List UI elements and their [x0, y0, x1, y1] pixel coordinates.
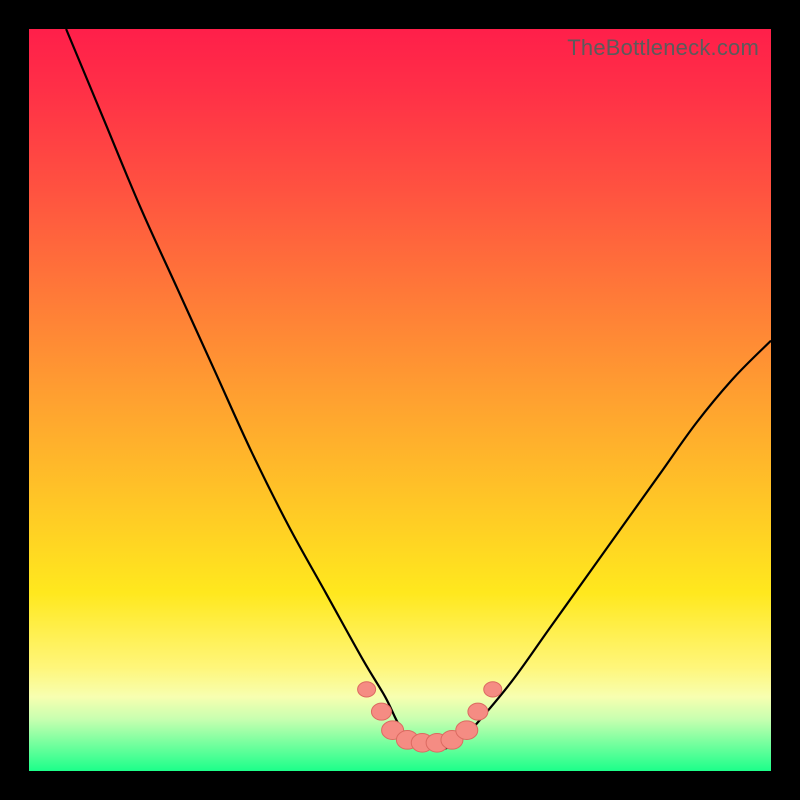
- curve-marker: [484, 682, 502, 697]
- chart-plot-area: TheBottleneck.com: [29, 29, 771, 771]
- curve-markers: [358, 682, 502, 752]
- curve-marker: [456, 721, 478, 740]
- curve-marker: [468, 703, 488, 720]
- chart-frame: TheBottleneck.com: [0, 0, 800, 800]
- curve-marker: [358, 682, 376, 697]
- bottleneck-curve-svg: [29, 29, 771, 771]
- bottleneck-curve: [66, 29, 771, 750]
- curve-marker: [371, 703, 391, 720]
